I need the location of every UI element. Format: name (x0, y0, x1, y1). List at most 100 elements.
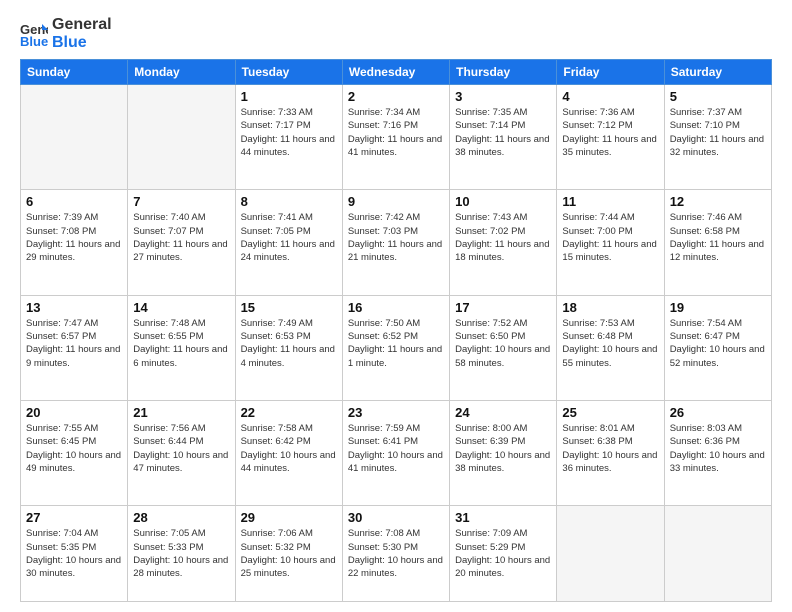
day-number: 25 (562, 405, 658, 420)
calendar-cell-18: 18 Sunrise: 7:53 AMSunset: 6:48 PMDayligh… (557, 295, 664, 400)
calendar-cell-27: 27 Sunrise: 7:04 AMSunset: 5:35 PMDayligh… (21, 506, 128, 602)
day-number: 13 (26, 300, 122, 315)
calendar-cell-empty (664, 506, 771, 602)
day-number: 24 (455, 405, 551, 420)
calendar-cell-8: 8Sunrise: 7:41 AMSunset: 7:05 PMDaylight… (235, 190, 342, 295)
day-info: Sunrise: 7:48 AMSunset: 6:55 PMDaylight:… (133, 317, 229, 370)
calendar-cell-9: 9 Sunrise: 7:42 AMSunset: 7:03 PMDaylight… (342, 190, 449, 295)
day-number: 12 (670, 194, 766, 209)
day-info: Sunrise: 7:49 AMSunset: 6:53 PMDaylight:… (241, 317, 337, 370)
day-number: 8 (241, 194, 337, 209)
day-info: Sunrise: 7:05 AMSunset: 5:33 PMDaylight:… (133, 527, 229, 580)
day-info: Sunrise: 7:33 AMSunset: 7:17 PMDaylight:… (241, 106, 337, 159)
calendar-cell-25: 25 Sunrise: 8:01 AMSunset: 6:38 PMDayligh… (557, 400, 664, 505)
day-info: Sunrise: 7:59 AMSunset: 6:41 PMDaylight:… (348, 422, 444, 475)
day-number: 27 (26, 510, 122, 525)
calendar-table: SundayMondayTuesdayWednesdayThursdayFrid… (20, 59, 772, 602)
day-info: Sunrise: 7:54 AMSunset: 6:47 PMDaylight:… (670, 317, 766, 370)
day-number: 15 (241, 300, 337, 315)
calendar-cell-17: 17 Sunrise: 7:52 AMSunset: 6:50 PMDayligh… (450, 295, 557, 400)
day-info: Sunrise: 7:04 AMSunset: 5:35 PMDaylight:… (26, 527, 122, 580)
calendar-cell-5: 5 Sunrise: 7:37 AMSunset: 7:10 PMDaylight… (664, 85, 771, 190)
calendar-cell-19: 19Sunrise: 7:54 AMSunset: 6:47 PMDayligh… (664, 295, 771, 400)
calendar-cell-24: 24 Sunrise: 8:00 AMSunset: 6:39 PMDayligh… (450, 400, 557, 505)
day-info: Sunrise: 7:42 AMSunset: 7:03 PMDaylight:… (348, 211, 444, 264)
week-row-1: 1 Sunrise: 7:33 AMSunset: 7:17 PMDaylight… (21, 85, 772, 190)
day-number: 22 (241, 405, 337, 420)
day-info: Sunrise: 7:55 AMSunset: 6:45 PMDaylight:… (26, 422, 122, 475)
day-number: 14 (133, 300, 229, 315)
day-number: 18 (562, 300, 658, 315)
calendar-cell-7: 7Sunrise: 7:40 AMSunset: 7:07 PMDaylight… (128, 190, 235, 295)
calendar-cell-3: 3 Sunrise: 7:35 AMSunset: 7:14 PMDaylight… (450, 85, 557, 190)
page: General Blue General Blue SundayMondayTu… (0, 0, 792, 612)
calendar-cell-16: 16Sunrise: 7:50 AMSunset: 6:52 PMDayligh… (342, 295, 449, 400)
calendar-cell-15: 15 Sunrise: 7:49 AMSunset: 6:53 PMDayligh… (235, 295, 342, 400)
day-info: Sunrise: 7:53 AMSunset: 6:48 PMDaylight:… (562, 317, 658, 370)
calendar-cell-6: 6 Sunrise: 7:39 AMSunset: 7:08 PMDaylight… (21, 190, 128, 295)
day-number: 2 (348, 89, 444, 104)
logo-line1: General (52, 16, 112, 34)
day-number: 23 (348, 405, 444, 420)
week-row-2: 6 Sunrise: 7:39 AMSunset: 7:08 PMDaylight… (21, 190, 772, 295)
day-info: Sunrise: 7:06 AMSunset: 5:32 PMDaylight:… (241, 527, 337, 580)
day-number: 20 (26, 405, 122, 420)
calendar-cell-23: 23 Sunrise: 7:59 AMSunset: 6:41 PMDayligh… (342, 400, 449, 505)
day-number: 30 (348, 510, 444, 525)
calendar-cell-29: 29Sunrise: 7:06 AMSunset: 5:32 PMDayligh… (235, 506, 342, 602)
day-info: Sunrise: 7:47 AMSunset: 6:57 PMDaylight:… (26, 317, 122, 370)
weekday-header-monday: Monday (128, 60, 235, 85)
logo: General Blue General Blue (20, 16, 112, 51)
day-number: 1 (241, 89, 337, 104)
day-info: Sunrise: 7:43 AMSunset: 7:02 PMDaylight:… (455, 211, 551, 264)
svg-text:Blue: Blue (20, 34, 48, 48)
weekday-header-friday: Friday (557, 60, 664, 85)
calendar-cell-4: 4Sunrise: 7:36 AMSunset: 7:12 PMDaylight… (557, 85, 664, 190)
day-info: Sunrise: 7:37 AMSunset: 7:10 PMDaylight:… (670, 106, 766, 159)
calendar-cell-11: 11 Sunrise: 7:44 AMSunset: 7:00 PMDayligh… (557, 190, 664, 295)
day-number: 17 (455, 300, 551, 315)
calendar-cell-10: 10Sunrise: 7:43 AMSunset: 7:02 PMDayligh… (450, 190, 557, 295)
calendar-cell-26: 26 Sunrise: 8:03 AMSunset: 6:36 PMDayligh… (664, 400, 771, 505)
day-number: 26 (670, 405, 766, 420)
week-row-4: 20 Sunrise: 7:55 AMSunset: 6:45 PMDayligh… (21, 400, 772, 505)
day-info: Sunrise: 7:34 AMSunset: 7:16 PMDaylight:… (348, 106, 444, 159)
day-info: Sunrise: 8:03 AMSunset: 6:36 PMDaylight:… (670, 422, 766, 475)
calendar-cell-12: 12 Sunrise: 7:46 AMSunset: 6:58 PMDayligh… (664, 190, 771, 295)
weekday-header-saturday: Saturday (664, 60, 771, 85)
calendar-cell-22: 22 Sunrise: 7:58 AMSunset: 6:42 PMDayligh… (235, 400, 342, 505)
day-info: Sunrise: 7:44 AMSunset: 7:00 PMDaylight:… (562, 211, 658, 264)
header: General Blue General Blue (20, 16, 772, 51)
day-number: 6 (26, 194, 122, 209)
day-number: 4 (562, 89, 658, 104)
day-info: Sunrise: 8:01 AMSunset: 6:38 PMDaylight:… (562, 422, 658, 475)
day-info: Sunrise: 7:52 AMSunset: 6:50 PMDaylight:… (455, 317, 551, 370)
calendar-cell-empty (557, 506, 664, 602)
week-row-3: 13 Sunrise: 7:47 AMSunset: 6:57 PMDayligh… (21, 295, 772, 400)
day-number: 5 (670, 89, 766, 104)
weekday-header-sunday: Sunday (21, 60, 128, 85)
calendar-cell-14: 14 Sunrise: 7:48 AMSunset: 6:55 PMDayligh… (128, 295, 235, 400)
calendar-cell-20: 20 Sunrise: 7:55 AMSunset: 6:45 PMDayligh… (21, 400, 128, 505)
logo-icon: General Blue (20, 20, 48, 48)
day-info: Sunrise: 7:46 AMSunset: 6:58 PMDaylight:… (670, 211, 766, 264)
day-info: Sunrise: 7:39 AMSunset: 7:08 PMDaylight:… (26, 211, 122, 264)
weekday-header-wednesday: Wednesday (342, 60, 449, 85)
calendar-cell-31: 31Sunrise: 7:09 AMSunset: 5:29 PMDayligh… (450, 506, 557, 602)
logo-text-block: General Blue (52, 16, 112, 51)
calendar-cell-2: 2 Sunrise: 7:34 AMSunset: 7:16 PMDaylight… (342, 85, 449, 190)
day-info: Sunrise: 7:58 AMSunset: 6:42 PMDaylight:… (241, 422, 337, 475)
calendar-cell-28: 28 Sunrise: 7:05 AMSunset: 5:33 PMDayligh… (128, 506, 235, 602)
logo-line2: Blue (52, 34, 112, 52)
day-info: Sunrise: 8:00 AMSunset: 6:39 PMDaylight:… (455, 422, 551, 475)
day-number: 9 (348, 194, 444, 209)
weekday-header-row: SundayMondayTuesdayWednesdayThursdayFrid… (21, 60, 772, 85)
day-number: 11 (562, 194, 658, 209)
day-info: Sunrise: 7:35 AMSunset: 7:14 PMDaylight:… (455, 106, 551, 159)
day-number: 3 (455, 89, 551, 104)
day-number: 28 (133, 510, 229, 525)
calendar-cell-13: 13 Sunrise: 7:47 AMSunset: 6:57 PMDayligh… (21, 295, 128, 400)
day-info: Sunrise: 7:50 AMSunset: 6:52 PMDaylight:… (348, 317, 444, 370)
calendar-cell-empty (21, 85, 128, 190)
day-number: 7 (133, 194, 229, 209)
